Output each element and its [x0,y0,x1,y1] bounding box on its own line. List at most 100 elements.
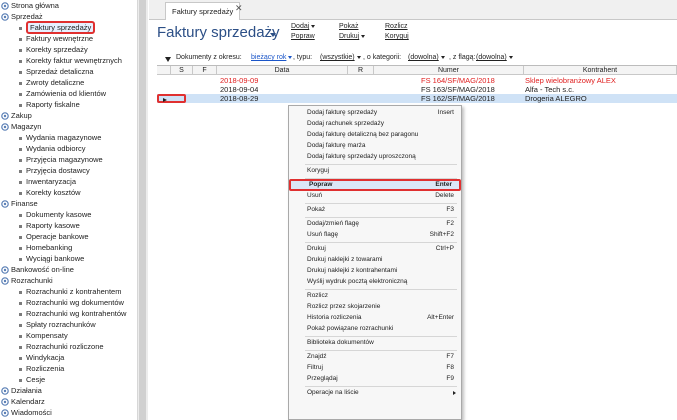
sidebar-item-25[interactable]: Rozrachunki [0,276,53,286]
menu-item-shortcut: Shift+F2 [429,231,454,238]
close-icon[interactable]: ✕ [235,3,243,14]
menu-item-32[interactable]: Operacje na liście [289,388,461,398]
sidebar-item-17[interactable]: Korekty kosztów [0,188,81,198]
menu-item-label: Operacje na liście [307,389,359,396]
sidebar-item-22[interactable]: Homebanking [0,243,72,253]
show-button[interactable]: Pokaż [339,23,358,30]
sidebar-item-36[interactable]: Kalendarz [0,397,45,407]
sidebar-item-33[interactable]: Rozliczenia [0,364,64,374]
menu-item-shortcut: Enter [435,181,452,188]
column-header-s[interactable]: S [171,66,193,75]
table-row[interactable]: 2018-09-09 FS 164/SF/MAG/2018 Sklep wiel… [157,76,677,85]
sidebar-item-13[interactable]: Wydania odbiorcy [0,144,86,154]
column-header-f[interactable]: F [193,66,217,75]
menu-item-4[interactable]: Dodaj fakturę sprzedaży uproszczoną [289,152,461,162]
sidebar-item-7[interactable]: Zwroty detaliczne [0,78,84,88]
correct-button[interactable]: Koryguj [385,33,409,40]
sidebar-item-label: Przyjęcia magazynowe [26,155,103,164]
menu-item-label: Historia rozliczenia [307,314,362,321]
menu-item-8[interactable]: Popraw Enter [289,179,461,191]
bullet-icon [19,192,22,195]
sidebar-item-34[interactable]: Cesje [0,375,45,385]
page-title[interactable]: Faktury sprzedaży [157,24,280,41]
sidebar-item-35[interactable]: Działania [0,386,42,396]
menu-item-17[interactable]: Drukuj naklejki z towarami [289,255,461,265]
menu-item-1[interactable]: Dodaj rachunek sprzedaży [289,119,461,129]
menu-item-16[interactable]: Drukuj Ctrl+P [289,244,461,254]
menu-item-22[interactable]: Rozlicz przez skojarzenie [289,302,461,312]
menu-item-13[interactable]: Dodaj/zmień flagę F2 [289,219,461,229]
table-row-selected[interactable]: 2018-08-29 FS 162/SF/MAG/2018 Drogeria A… [157,94,677,103]
menu-item-14[interactable]: Usuń flagę Shift+F2 [289,230,461,240]
sidebar-item-8[interactable]: Zamówienia od klientów [0,89,106,99]
sidebar-item-4[interactable]: Korekty sprzedaży [0,45,88,55]
navigation-sidebar: Strona główna Sprzedaż Faktury sprzedaży Fa… [0,0,148,420]
filter-period[interactable]: bieżący rok [251,54,293,61]
sidebar-item-16[interactable]: Inwentaryzacja [0,177,76,187]
sidebar-item-15[interactable]: Przyjęcia dostawcy [0,166,90,176]
bullet-icon [19,335,22,338]
menu-item-29[interactable]: Filtruj F8 [289,363,461,373]
sidebar-item-6[interactable]: Sprzedaż detaliczna [0,67,94,77]
table-row[interactable]: 2018-09-04 FS 163/SF/MAG/2018 Alfa - Tec… [157,85,677,94]
sidebar-item-0[interactable]: Strona główna [0,1,59,11]
menu-item-2[interactable]: Dodaj fakturę detaliczną bez paragonu [289,130,461,140]
sidebar-item-29[interactable]: Spłaty rozrachunków [0,320,96,330]
sidebar-item-28[interactable]: Rozrachunki wg kontrahentów [0,309,126,319]
menu-item-18[interactable]: Drukuj naklejki z kontrahentami [289,266,461,276]
menu-item-3[interactable]: Dodaj fakturę marża [289,141,461,151]
sidebar-item-label: Homebanking [26,243,73,252]
menu-item-28[interactable]: Znajdź F7 [289,352,461,362]
chevron-down-icon[interactable] [270,33,276,37]
menu-item-6[interactable]: Koryguj [289,166,461,176]
menu-item-0[interactable]: Dodaj fakturę sprzedaży Insert [289,108,461,118]
sidebar-item-20[interactable]: Raporty kasowe [0,221,80,231]
tab-faktury-sprzedazy[interactable]: Faktury sprzedaży [165,2,241,20]
column-header-numer[interactable]: Numer [374,66,524,75]
sidebar-item-23[interactable]: Wyciągi bankowe [0,254,84,264]
bullet-icon [19,71,22,74]
bullet-icon [19,104,22,107]
sidebar-item-9[interactable]: Raporty fiskalne [0,100,80,110]
menu-separator [305,164,457,165]
sidebar-item-24[interactable]: Bankowość on-line [0,265,74,275]
menu-item-24[interactable]: Pokaż powiązane rozrachunki [289,324,461,334]
sidebar-item-26[interactable]: Rozrachunki z kontrahentem [0,287,121,297]
sidebar-item-11[interactable]: Magazyn [0,122,41,132]
sidebar-item-2[interactable]: Faktury sprzedaży [0,21,96,34]
sidebar-item-30[interactable]: Kompensaty [0,331,68,341]
current-row-arrow-icon [163,98,167,102]
sidebar-item-37[interactable]: Wiadomości [0,408,52,418]
sidebar-item-31[interactable]: Rozrachunki rozliczone [0,342,104,352]
print-button[interactable]: Drukuj [339,33,366,40]
sidebar-item-14[interactable]: Przyjęcia magazynowe [0,155,103,165]
sidebar-item-19[interactable]: Dokumenty kasowe [0,210,91,220]
sidebar-scrollbar-thumb[interactable] [139,0,146,420]
menu-item-30[interactable]: Przeglądaj F9 [289,374,461,384]
edit-button[interactable]: Popraw [291,33,315,40]
settle-button[interactable]: Rozlicz [385,23,408,30]
menu-item-9[interactable]: Usuń Delete [289,191,461,201]
sidebar-item-12[interactable]: Wydania magazynowe [0,133,101,143]
filter-category[interactable]: (dowolna) [408,54,445,61]
menu-item-19[interactable]: Wyślij wydruk pocztą elektroniczną [289,277,461,287]
sidebar-item-27[interactable]: Rozrachunki wg dokumentów [0,298,124,308]
sidebar-item-32[interactable]: Windykacja [0,353,64,363]
menu-item-26[interactable]: Biblioteka dokumentów [289,338,461,348]
settlements-icon [1,277,9,285]
column-header-data[interactable]: Data [217,66,348,75]
filter-type[interactable]: (wszystkie) [320,54,361,61]
add-button[interactable]: Dodaj [291,23,316,30]
sidebar-item-10[interactable]: Zakup [0,111,32,121]
menu-item-21[interactable]: Rozlicz [289,291,461,301]
sidebar-item-21[interactable]: Operacje bankowe [0,232,89,242]
sidebar-item-18[interactable]: Finanse [0,199,38,209]
column-header-r[interactable]: R [348,66,374,75]
column-header-kontrahent[interactable]: Kontrahent [524,66,677,75]
menu-item-label: Dodaj fakturę marża [307,142,366,149]
filter-flag[interactable]: (dowolna) [476,54,513,61]
sidebar-item-5[interactable]: Korekty faktur wewnętrznych [0,56,122,66]
menu-item-11[interactable]: Pokaż F3 [289,205,461,215]
menu-item-23[interactable]: Historia rozliczenia Alt+Enter [289,313,461,323]
sidebar-item-3[interactable]: Faktury wewnętrzne [0,34,93,44]
